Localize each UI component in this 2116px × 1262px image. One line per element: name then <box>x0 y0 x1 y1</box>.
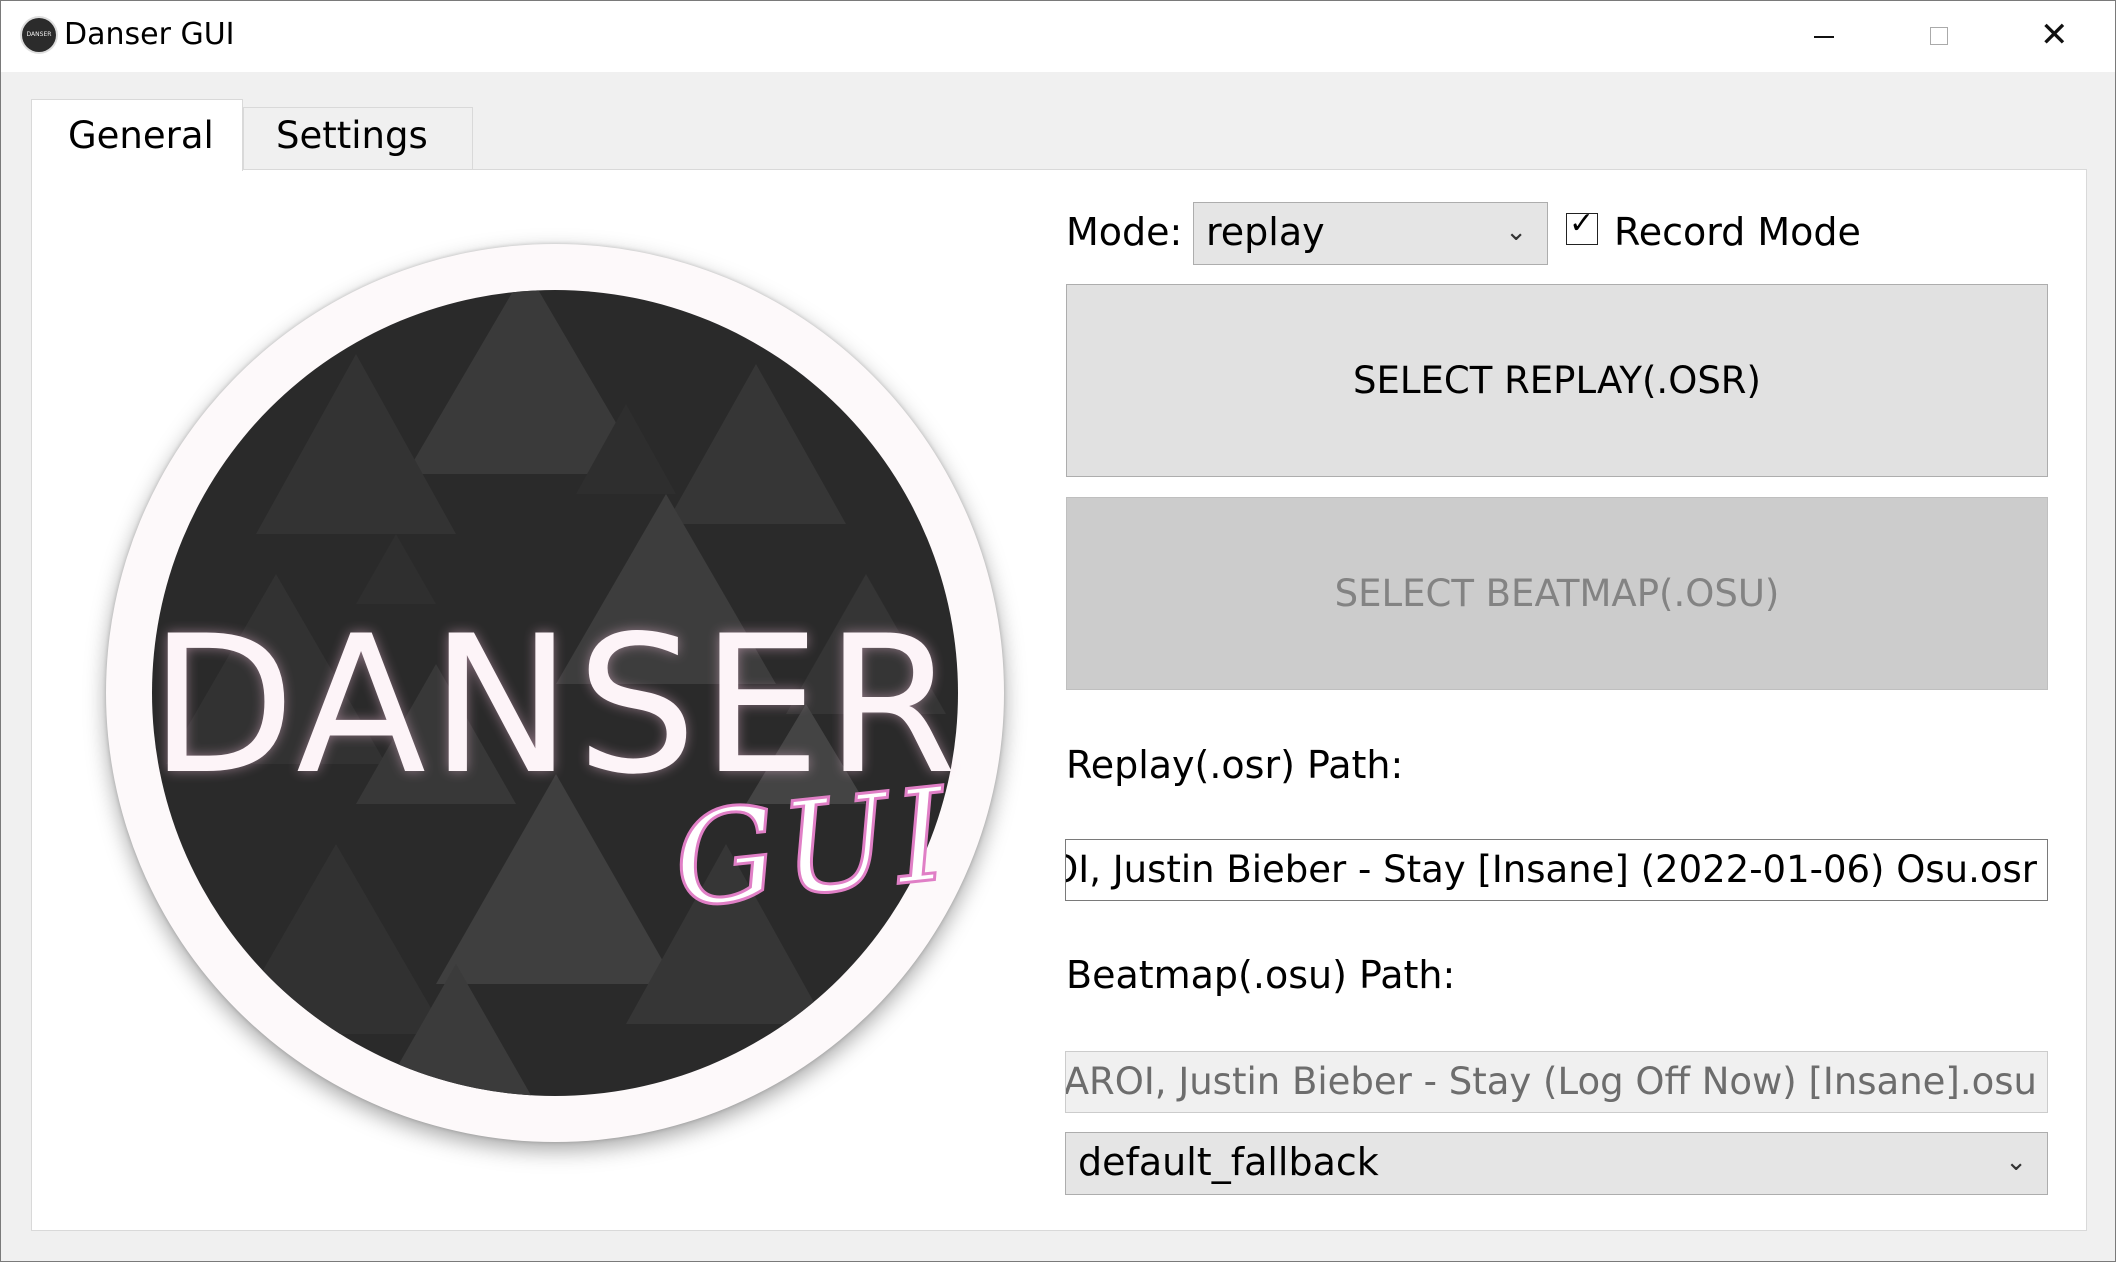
record-mode-label[interactable]: Record Mode <box>1614 209 1861 255</box>
checkmark-icon: ✓ <box>1569 206 1595 241</box>
select-beatmap-button[interactable]: SELECT BEATMAP(.OSU) <box>1066 497 2048 690</box>
replay-path-field[interactable]: .AROI, Justin Bieber - Stay [Insane] (20… <box>1065 839 2048 901</box>
chevron-down-icon: ⌄ <box>1505 217 1527 247</box>
minimize-icon <box>1814 36 1834 38</box>
beatmap-path-value: id LAROI, Justin Bieber - Stay (Log Off … <box>1065 1060 2037 1103</box>
danser-app-icon: DANSER <box>22 18 56 52</box>
maximize-icon <box>1930 27 1948 45</box>
mode-select[interactable]: replay ⌄ <box>1193 202 1548 265</box>
tab-settings[interactable]: Settings <box>243 107 473 171</box>
skin-select-value: default_fallback <box>1078 1140 1379 1184</box>
window-title: Danser GUI <box>64 17 235 52</box>
beatmap-path-label: Beatmap(.osu) Path: <box>1066 953 1456 997</box>
select-replay-button[interactable]: SELECT REPLAY(.OSR) <box>1066 284 2048 477</box>
close-button[interactable]: ✕ <box>1998 1 2114 72</box>
replay-path-value: .AROI, Justin Bieber - Stay [Insane] (20… <box>1065 848 2037 891</box>
app-icon-text: DANSER <box>26 31 52 38</box>
logo-subtitle: GUI <box>665 758 961 938</box>
replay-path-label: Replay(.osr) Path: <box>1066 743 1404 787</box>
minimize-button[interactable] <box>1765 1 1881 72</box>
skin-select[interactable]: default_fallback ⌄ <box>1065 1132 2048 1195</box>
record-mode-checkbox[interactable]: ✓ <box>1566 206 1598 245</box>
close-icon: ✕ <box>2040 15 2069 55</box>
danser-logo: DANSER GUI <box>106 244 1004 1142</box>
maximize-button[interactable] <box>1881 1 1997 72</box>
mode-label: Mode: <box>1066 210 1183 254</box>
title-bar[interactable]: DANSER Danser GUI ✕ <box>1 1 2115 72</box>
chevron-down-icon: ⌄ <box>2005 1147 2027 1177</box>
main-window: DANSER Danser GUI ✕ General Settings DAN… <box>0 0 2116 1262</box>
tab-general[interactable]: General <box>31 99 243 171</box>
beatmap-path-field[interactable]: id LAROI, Justin Bieber - Stay (Log Off … <box>1065 1051 2048 1113</box>
mode-select-value: replay <box>1206 210 1325 254</box>
